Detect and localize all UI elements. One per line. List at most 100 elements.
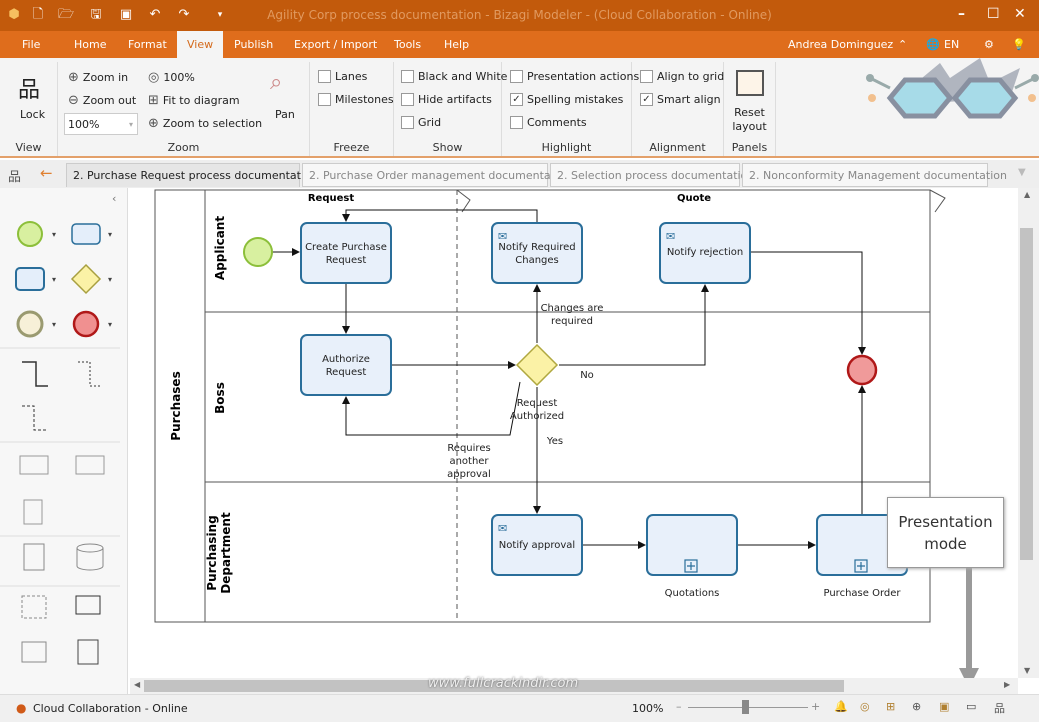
zoom-out-button[interactable]: ⊖ Zoom out (68, 93, 136, 108)
group-highlight: Presentation actions ✓ Spelling mistakes … (502, 62, 639, 156)
reset-layout-button[interactable]: Reset layout (724, 106, 775, 133)
checkbox[interactable] (318, 93, 331, 106)
doc-tab-purchase-request[interactable]: 2. Purchase Request process documentatio… (66, 163, 318, 187)
group-label: Alignment (649, 141, 706, 154)
lanes-checkbox[interactable]: Lanes (318, 70, 367, 83)
tabs-overflow-icon[interactable]: ▼ (1018, 167, 1026, 178)
end-event[interactable] (846, 354, 878, 386)
tooltip-line: Presentation (898, 513, 993, 531)
diagram-canvas[interactable]: Purchases Applicant Boss Purchasing Depa… (130, 188, 1018, 678)
zoom-to-selection-button[interactable]: ⊕ Zoom to selection (148, 116, 262, 131)
scroll-right-icon[interactable]: ▶ (1004, 680, 1010, 689)
smart-align-checkbox[interactable]: ✓ Smart align (640, 93, 721, 106)
collapse-ribbon-icon[interactable]: ⌃ (890, 31, 915, 58)
task-authorize-request[interactable] (300, 334, 392, 396)
hide-artifacts-checkbox[interactable]: Hide artifacts (401, 93, 492, 106)
checkbox[interactable] (640, 70, 653, 83)
svg-text:▾: ▾ (108, 320, 112, 329)
ribbon-tabs: File Home Format View Publish Export / I… (0, 31, 1039, 58)
zoom-100-status-icon[interactable]: ◎ (860, 700, 870, 713)
checkbox[interactable] (401, 116, 414, 129)
task-create-purchase-request[interactable] (300, 222, 392, 284)
zoom-value: 100% (68, 117, 100, 131)
align-grid-checkbox[interactable]: Align to grid (640, 70, 724, 83)
palette-shapes[interactable]: ▾ ▾ ▾ ▾ ▾ ▾ (0, 202, 120, 692)
doc-tab-selection[interactable]: 2. Selection process documentation (550, 163, 754, 187)
checkbox-checked[interactable]: ✓ (510, 93, 523, 106)
zoom-select[interactable]: 100% ▾ (64, 113, 138, 135)
doc-tab-purchase-order[interactable]: 2. Purchase Order management documentati… (302, 163, 572, 187)
label: Fit to diagram (162, 94, 240, 107)
flow-label: No (580, 370, 594, 381)
tab-home[interactable]: Home (66, 31, 114, 58)
tab-format[interactable]: Format (120, 31, 175, 58)
group-alignment: Align to grid ✓ Smart align Alignment (632, 62, 724, 156)
reset-layout-icon[interactable] (736, 70, 764, 96)
black-white-checkbox[interactable]: Black and White (401, 70, 507, 83)
close-button[interactable]: ✕ (1014, 6, 1026, 22)
tab-file[interactable]: File (14, 31, 48, 58)
maximize-button[interactable]: ☐ (987, 6, 1000, 22)
watermark-text: www.fullcrackindir.com (428, 676, 579, 691)
lightbulb-icon[interactable]: 💡 (1004, 31, 1034, 58)
gear-icon[interactable]: ⚙ (976, 31, 1002, 58)
group-label: Panels (731, 141, 768, 154)
chevron-down-icon: ▾ (128, 119, 133, 129)
title-bar: ⬢ 🗋 🗁 🖫 ▣ ↶ ↷ ▾ Agility Corp process doc… (0, 0, 1039, 31)
zoom-in-button[interactable]: ⊕ Zoom in (68, 70, 128, 85)
lock-button[interactable]: Lock (20, 108, 45, 121)
milestones-checkbox[interactable]: Milestones (318, 93, 394, 106)
checkbox[interactable] (318, 70, 331, 83)
tab-view[interactable]: View (177, 31, 224, 58)
minimize-button[interactable]: – (958, 6, 965, 22)
horizontal-scrollbar[interactable]: ◀ www.fullcrackindir.com ▶ (130, 676, 1018, 694)
vertical-scroll-thumb[interactable] (1020, 228, 1033, 560)
presentation-mode-icon[interactable]: ▭ (966, 700, 976, 713)
ribbon: 品 Lock View ⊕ Zoom in ⊖ Zoom out 100% ▾ ◎ 10… (0, 58, 1039, 158)
user-name[interactable]: Andrea Dominguez (780, 31, 901, 58)
zoom-slider-thumb[interactable] (742, 700, 749, 714)
scroll-up-icon[interactable]: ▲ (1024, 190, 1030, 199)
tab-publish[interactable]: Publish (226, 31, 281, 58)
scroll-down-icon[interactable]: ▼ (1024, 666, 1030, 675)
checkbox[interactable] (401, 93, 414, 106)
zoom-100-button[interactable]: ◎ 100% (148, 70, 195, 85)
task-label: Request (326, 367, 367, 378)
spelling-mistakes-checkbox[interactable]: ✓ Spelling mistakes (510, 93, 623, 106)
start-event[interactable] (243, 237, 273, 267)
presentation-actions-checkbox[interactable]: Presentation actions (510, 70, 639, 83)
checkbox-checked[interactable]: ✓ (640, 93, 653, 106)
comments-checkbox[interactable]: Comments (510, 116, 587, 129)
vertical-scrollbar[interactable]: ▲ ▼ (1018, 188, 1039, 678)
panels-status-icon[interactable]: ▣ (939, 700, 949, 713)
zoom-in-status-button[interactable]: + (811, 700, 820, 713)
label: Lanes (335, 70, 368, 83)
flow-label: Changes are (541, 303, 604, 314)
checkbox[interactable] (510, 116, 523, 129)
lock-icon[interactable]: 品 (18, 72, 40, 104)
doc-tab-nonconformity[interactable]: 2. Nonconformity Management documentatio… (742, 163, 1007, 187)
back-arrow-icon[interactable]: ← (40, 164, 53, 182)
checkbox[interactable] (510, 70, 523, 83)
bell-icon[interactable]: 🔔 (834, 700, 848, 713)
status-bar: ● Cloud Collaboration - Online 100% – + … (0, 694, 1039, 722)
fit-to-diagram-button[interactable]: ⊞ Fit to diagram (148, 93, 240, 108)
zoom-selection-status-icon[interactable]: ⊕ (912, 700, 921, 713)
tab-export-import[interactable]: Export / Import (286, 31, 385, 58)
checkbox[interactable] (401, 70, 414, 83)
pan-icon[interactable]: ⌕ (270, 70, 282, 95)
language-select[interactable]: EN (936, 31, 967, 58)
pan-button[interactable]: Pan (275, 108, 295, 121)
group-panels: Reset layout Panels (724, 62, 776, 156)
tab-help[interactable]: Help (436, 31, 477, 58)
task-label: Purchase Order (823, 588, 901, 599)
diagram-map-status-icon[interactable]: 品 (994, 700, 1005, 716)
tab-tools[interactable]: Tools (386, 31, 429, 58)
fit-status-icon[interactable]: ⊞ (886, 700, 895, 713)
scroll-left-icon[interactable]: ◀ (134, 680, 140, 689)
bpmn-diagram[interactable]: Purchases Applicant Boss Purchasing Depa… (130, 188, 1018, 678)
zoom-out-status-button[interactable]: – (676, 700, 682, 713)
diagram-map-icon[interactable]: 品 (8, 166, 21, 185)
milestone-quote: Quote (677, 193, 711, 204)
grid-checkbox[interactable]: Grid (401, 116, 441, 129)
